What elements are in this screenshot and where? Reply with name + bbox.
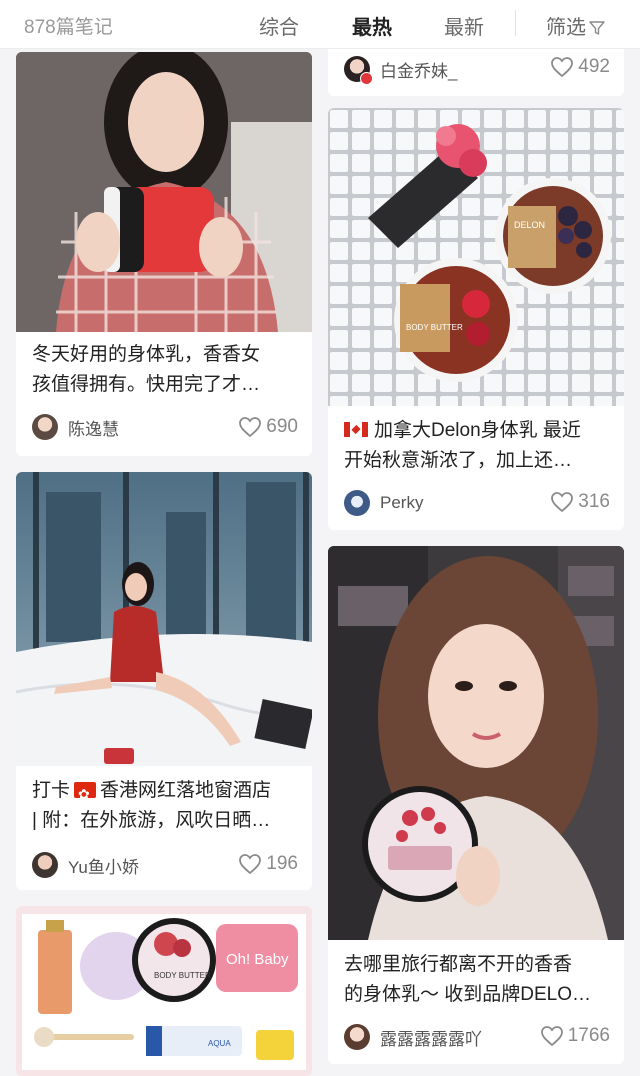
filter-label: 筛选 (546, 17, 586, 39)
product-label: BODY BUTTER (406, 323, 463, 332)
author-name: Yu鱼小娇 (68, 857, 139, 877)
divider (515, 10, 516, 36)
note-cover-image (16, 472, 312, 766)
note-cover-image: DELON BODY BUTTER (328, 108, 624, 406)
heart-icon (239, 417, 262, 438)
avatar (32, 414, 58, 440)
note-title: 打卡香港网红落地窗酒店 | 附：在外旅游，风吹日晒… (32, 776, 296, 836)
note-author[interactable]: 露露露露露吖 (344, 1024, 482, 1050)
like-button[interactable]: 316 (550, 491, 610, 513)
product-label: DELON (514, 220, 545, 230)
note-card[interactable]: 冬天好用的身体乳，香香女 孩值得拥有。快用完了才… 陈逸慧 690 (16, 52, 312, 456)
verified-badge-icon (360, 72, 373, 85)
author-name: 陈逸慧 (68, 419, 119, 439)
like-count: 1766 (567, 1025, 610, 1046)
note-cover-image: BODY BUTTER Oh! Baby AQUA (16, 906, 312, 1076)
note-title: 加拿大Delon身体乳 最近 开始秋意渐浓了，加上还… (344, 420, 581, 471)
note-card[interactable]: DELON BODY BUTTER 加拿大Delon身体乳 最近 开始秋意渐浓了… (328, 108, 624, 530)
note-author[interactable]: Yu鱼小娇 (32, 852, 139, 878)
author-name: 白金乔妹_ (380, 61, 458, 81)
heart-icon (551, 57, 574, 78)
like-button[interactable]: 492 (550, 56, 610, 78)
avatar (32, 852, 58, 878)
like-count: 690 (266, 416, 298, 437)
hong-kong-flag-icon (74, 779, 97, 809)
canada-flag-icon (344, 422, 368, 437)
note-author[interactable]: 陈逸慧 (32, 414, 119, 440)
like-count: 316 (578, 491, 610, 512)
note-card[interactable]: 去哪里旅行都离不开的香香 的身体乳～ 收到品牌DELO… 露露露露露吖 1766 (328, 546, 624, 1064)
note-title: 去哪里旅行都离不开的香香 的身体乳～ 收到品牌DELO… (344, 954, 592, 1005)
note-card[interactable]: BODY BUTTER Oh! Baby AQUA (16, 906, 312, 1076)
heart-icon (239, 854, 262, 875)
note-author[interactable]: Perky (344, 490, 423, 516)
note-card[interactable]: 打卡香港网红落地窗酒店 | 附：在外旅游，风吹日晒… Yu鱼小娇 196 (16, 472, 312, 890)
like-count: 196 (266, 853, 298, 874)
like-button[interactable]: 196 (238, 853, 298, 875)
avatar (344, 56, 373, 85)
avatar (344, 490, 370, 516)
note-cover-image (328, 546, 624, 940)
heart-icon (551, 492, 574, 513)
product-label: Oh! Baby (226, 951, 289, 968)
author-name: Perky (380, 493, 424, 512)
heart-icon (540, 1026, 563, 1047)
like-count: 492 (578, 56, 610, 77)
avatar (344, 1024, 370, 1050)
tab-hottest[interactable]: 最热 (352, 11, 392, 40)
filter-button[interactable]: 筛选 (546, 11, 605, 40)
note-cover-image (16, 52, 312, 332)
like-button[interactable]: 1766 (540, 1025, 610, 1047)
tab-comprehensive[interactable]: 综合 (259, 11, 299, 40)
like-button[interactable]: 690 (238, 416, 298, 438)
product-label: BODY BUTTER (154, 971, 211, 980)
note-title: 冬天好用的身体乳，香香女 孩值得拥有。快用完了才… (32, 344, 261, 395)
note-count: 878篇笔记 (24, 17, 113, 38)
funnel-icon (589, 21, 605, 35)
product-label: AQUA (208, 1039, 231, 1048)
tab-newest[interactable]: 最新 (444, 11, 484, 40)
note-author[interactable]: 白金乔妹_ (344, 56, 458, 85)
author-name: 露露露露露吖 (380, 1029, 482, 1049)
filter-bar: 878篇笔记 综合 最热 最新 筛选 (0, 0, 640, 49)
